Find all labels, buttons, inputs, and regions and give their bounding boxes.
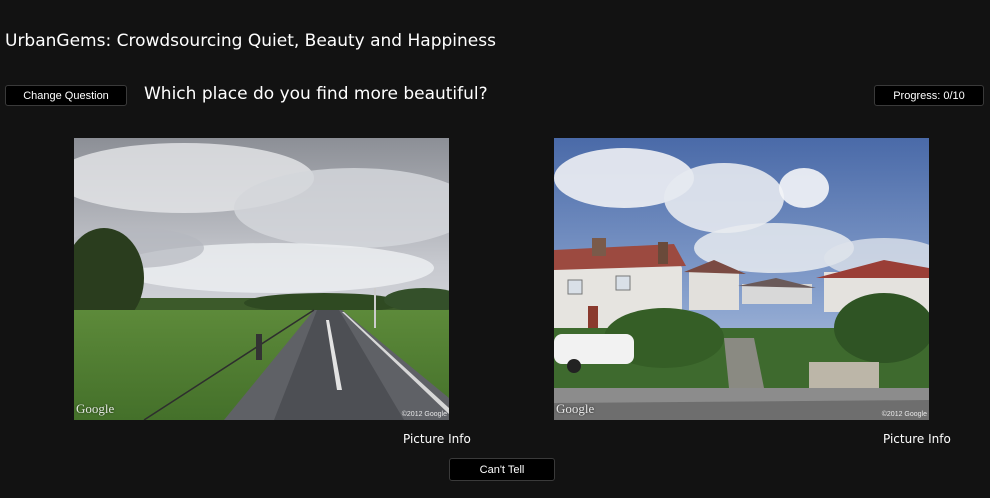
left-street-image[interactable]: Google ©2012 Google	[74, 138, 449, 420]
question-text: Which place do you find more beautiful?	[144, 84, 488, 104]
page-title: UrbanGems: Crowdsourcing Quiet, Beauty a…	[5, 31, 496, 51]
copyright-text: ©2012 Google	[881, 411, 927, 418]
progress-indicator: Progress: 0/10	[874, 85, 984, 106]
left-street-scene	[74, 138, 449, 420]
cant-tell-button[interactable]: Can't Tell	[449, 458, 555, 481]
google-watermark: Google	[76, 401, 115, 416]
google-watermark: Google	[556, 401, 595, 416]
right-picture-info-link[interactable]: Picture Info	[883, 431, 951, 447]
right-street-image[interactable]: Google ©2012 Google	[554, 138, 929, 420]
change-question-button[interactable]: Change Question	[5, 85, 127, 106]
right-street-scene	[554, 138, 929, 420]
copyright-text: ©2012 Google	[401, 411, 447, 418]
left-picture-info-link[interactable]: Picture Info	[403, 431, 471, 447]
